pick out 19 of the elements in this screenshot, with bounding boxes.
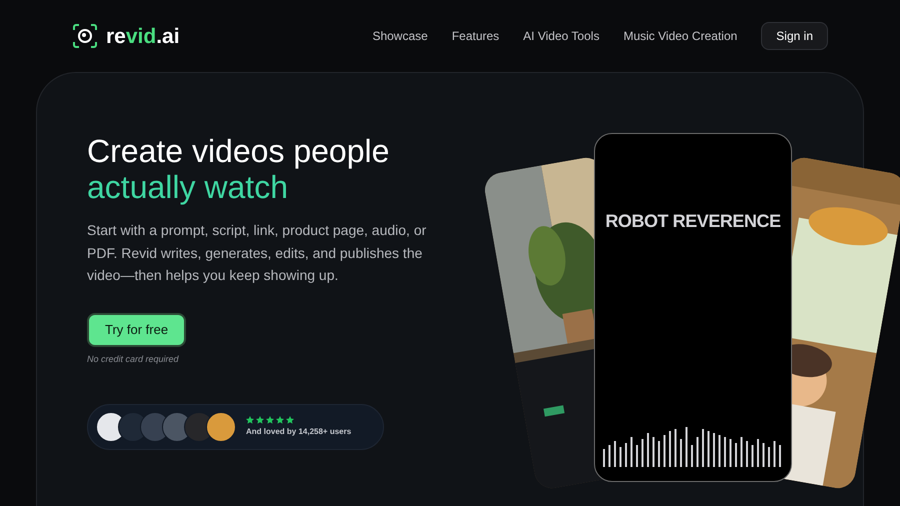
star-icon bbox=[246, 416, 254, 424]
cta-note: No credit card required bbox=[87, 352, 179, 366]
try-for-free-button[interactable]: Try for free bbox=[87, 312, 186, 346]
hero-description: Start with a prompt, script, link, product page, audio, or PDF. Revid writes, generates, edits, and publishes the video—then helps you keep showing up. bbox=[87, 221, 428, 285]
video-title: ROBOT REVERENCE bbox=[605, 210, 781, 233]
logo-icon bbox=[72, 23, 98, 49]
nav-link[interactable]: Showcase bbox=[372, 27, 428, 45]
social-proof-text: And loved by 14,258+ users bbox=[246, 426, 352, 438]
headline: Create videos people bbox=[87, 133, 390, 169]
star-icon bbox=[266, 416, 274, 424]
star-icon bbox=[276, 416, 284, 424]
sign-in-button[interactable]: Sign in bbox=[761, 22, 828, 50]
nav-link[interactable]: AI Video Tools bbox=[523, 27, 600, 45]
star-icon bbox=[286, 416, 294, 424]
nav-link[interactable]: Features bbox=[452, 27, 500, 45]
headline-accent: actually watch bbox=[87, 169, 288, 205]
star-icon bbox=[256, 416, 264, 424]
logo-text[interactable]: revid.ai bbox=[106, 26, 180, 46]
nav-link[interactable]: Music Video Creation bbox=[623, 27, 738, 45]
